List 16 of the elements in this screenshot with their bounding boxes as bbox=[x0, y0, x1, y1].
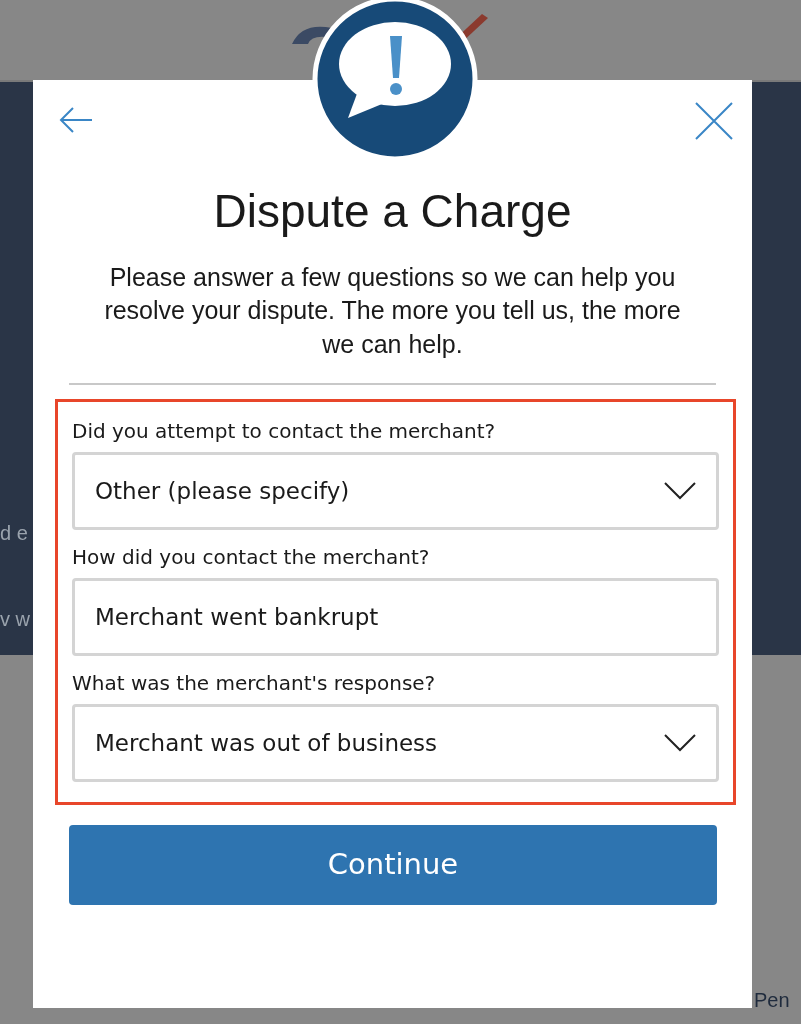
field-label: Did you attempt to contact the merchant? bbox=[72, 417, 497, 444]
dropdown-field[interactable]: Merchant was out of business bbox=[72, 703, 719, 782]
back-button[interactable] bbox=[59, 106, 93, 134]
dropdown-field[interactable]: Other (please specify) bbox=[72, 451, 719, 530]
continue-button[interactable]: Continue bbox=[69, 824, 717, 905]
chevron-down-icon bbox=[664, 733, 696, 752]
dialog-title: Dispute a Charge bbox=[213, 184, 572, 239]
close-button[interactable] bbox=[695, 102, 733, 140]
chevron-down-icon bbox=[664, 481, 696, 500]
field-label: What was the merchant's response? bbox=[72, 669, 437, 696]
background-text: Pen bbox=[754, 988, 790, 1013]
background-text: v w bbox=[0, 607, 30, 632]
field-label: How did you contact the merchant? bbox=[72, 543, 431, 570]
input-field[interactable]: Merchant went bankrupt bbox=[72, 577, 719, 656]
dialog-message: Please answer a few questions so we can help you resolve your dispute. The more you tell us, the more we can help. bbox=[103, 262, 682, 360]
background-text: d e bbox=[0, 521, 28, 546]
